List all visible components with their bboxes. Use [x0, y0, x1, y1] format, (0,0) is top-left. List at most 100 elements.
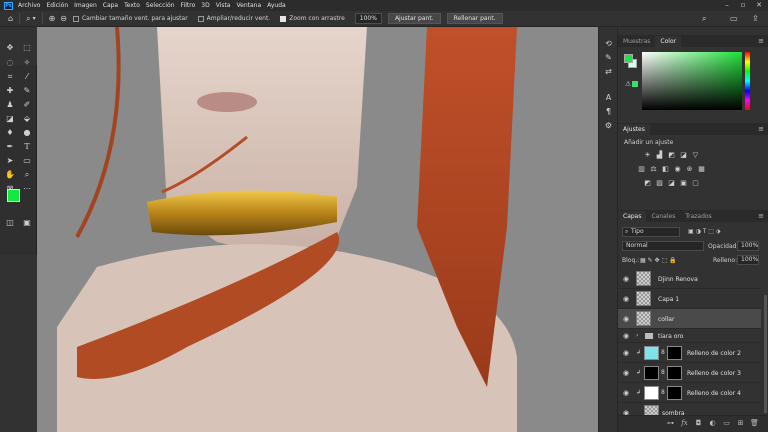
quick-mask-icon[interactable]: ◫ [3, 217, 17, 228]
history-brush-icon[interactable]: ✐ [20, 99, 34, 110]
type-tool-icon[interactable]: T [20, 141, 34, 152]
eraser-tool-icon[interactable]: ◪ [3, 113, 17, 124]
eye-icon[interactable]: ◉ [623, 369, 629, 377]
dodge-tool-icon[interactable]: ● [20, 127, 34, 138]
levels-icon[interactable]: ▟ [655, 151, 664, 160]
layers-scrollbar[interactable] [764, 295, 767, 413]
layer-row[interactable]: ◉ ↲ 8 Relleno de color 4 [618, 383, 761, 403]
character-icon[interactable]: A [603, 93, 614, 103]
properties-icon[interactable]: ⚙ [603, 121, 614, 131]
scrubby-zoom-checkbox[interactable] [280, 15, 287, 22]
menu-capa[interactable]: Capa [103, 2, 118, 9]
eye-icon[interactable]: ◉ [623, 275, 629, 283]
screen-mode-icon[interactable]: ▣ [20, 217, 34, 228]
layer-filter-select[interactable]: ⌕ Tipo [622, 227, 680, 237]
exposure-icon[interactable]: ◪ [679, 151, 688, 160]
menu-edicion[interactable]: Edición [46, 2, 68, 9]
eye-icon[interactable]: ◉ [623, 389, 629, 397]
paragraph-icon[interactable]: ¶ [603, 107, 614, 117]
vibrance-icon[interactable]: ▥ [637, 165, 646, 174]
close-icon[interactable]: ✕ [751, 0, 767, 11]
color-lookup-icon[interactable]: ▦ [697, 165, 706, 174]
stamp-tool-icon[interactable]: ♟ [3, 99, 17, 110]
blend-mode-select[interactable]: Normal [622, 241, 704, 251]
websafe-swatch[interactable] [632, 81, 638, 87]
maximize-icon[interactable]: ▫ [735, 0, 751, 11]
panel-menu-icon[interactable]: ≡ [758, 125, 764, 133]
history-icon[interactable]: ⟲ [603, 39, 614, 49]
chevron-down-icon[interactable]: ▾ [33, 15, 36, 22]
trash-icon[interactable]: 🗑 [750, 419, 759, 428]
crop-tool-icon[interactable]: ⌗ [3, 71, 17, 82]
menu-archivo[interactable]: Archivo [18, 2, 40, 9]
menu-ayuda[interactable]: Ayuda [267, 2, 286, 9]
fit-screen-button[interactable]: Ajustar pant. [387, 13, 441, 24]
zoom-tool-icon[interactable]: ⌕ [26, 14, 30, 24]
black-white-icon[interactable]: ◧ [661, 165, 670, 174]
hand-tool-icon[interactable]: ✋ [3, 169, 17, 180]
share-icon[interactable]: ⇪ [752, 14, 759, 23]
tab-trazados[interactable]: Trazados [680, 211, 716, 222]
menu-vista[interactable]: Vista [216, 2, 231, 9]
layer-row[interactable]: ◉ Capa 1 [618, 289, 761, 309]
layer-row[interactable]: ◉ ↲ 8 Relleno de color 3 [618, 363, 761, 383]
search-icon[interactable]: ⌕ [702, 14, 706, 24]
photo-filter-icon[interactable]: ◉ [673, 165, 682, 174]
new-layer-icon[interactable]: ⊞ [736, 419, 745, 428]
chevron-right-icon[interactable]: › [636, 332, 638, 339]
zoom-icon[interactable]: ⌕ [20, 169, 34, 180]
foreground-color-swatch[interactable] [7, 189, 20, 202]
menu-seleccion[interactable]: Selección [146, 2, 175, 9]
fill-field[interactable]: 100% [737, 255, 759, 265]
gradient-fill-icon[interactable]: ▢ [691, 179, 700, 188]
rectangle-tool-icon[interactable]: ▭ [20, 155, 34, 166]
panel-menu-icon[interactable]: ≡ [758, 212, 764, 220]
workspace-icon[interactable]: ▭ [730, 14, 738, 23]
zoom-in-icon[interactable]: ⊕ [49, 14, 56, 23]
zoom-out-icon[interactable]: ⊖ [60, 14, 67, 23]
menu-ventana[interactable]: Ventana [236, 2, 261, 9]
fill-screen-button[interactable]: Rellenar pant. [446, 13, 503, 24]
filter-type-icons[interactable]: ▣ ◑ T ⬚ ⬗ [688, 228, 720, 235]
color-field[interactable] [642, 52, 742, 110]
document-canvas[interactable] [37, 27, 598, 432]
tab-canales[interactable]: Canales [646, 211, 680, 222]
brightness-icon[interactable]: ☀ [643, 151, 652, 160]
layer-row[interactable]: ◉ Djinn Renova [618, 269, 761, 289]
minimize-icon[interactable]: – [719, 0, 735, 11]
eye-icon[interactable]: ◉ [623, 349, 629, 357]
tab-ajustes[interactable]: Ajustes [618, 124, 650, 135]
channel-mixer-icon[interactable]: ⊛ [685, 165, 694, 174]
lock-icons[interactable]: ▦ ✎ ✥ ⬚ 🔒 [640, 257, 677, 264]
tab-capas[interactable]: Capas [618, 211, 647, 222]
healing-brush-icon[interactable]: ✚ [3, 85, 17, 96]
menu-3d[interactable]: 3D [201, 2, 209, 9]
fx-icon[interactable]: fx [680, 419, 689, 428]
zoom-percent-field[interactable]: 100% [354, 13, 382, 24]
menu-texto[interactable]: Texto [124, 2, 140, 9]
resize-windows-checkbox[interactable] [72, 15, 79, 22]
color-balance-icon[interactable]: ⚖ [649, 165, 658, 174]
bucket-tool-icon[interactable]: ⬙ [20, 113, 34, 124]
new-adjustment-icon[interactable]: ◐ [708, 419, 717, 428]
brush-tool-icon[interactable]: ✎ [20, 85, 34, 96]
add-mask-icon[interactable]: ◘ [694, 419, 703, 428]
foreground-swatch[interactable] [624, 54, 633, 63]
move-tool-icon[interactable]: ✥ [3, 42, 17, 53]
opacity-field[interactable]: 100% [737, 241, 759, 251]
layer-group-row[interactable]: ◉ › tiara oro [618, 329, 761, 343]
pen-tool-icon[interactable]: ✒ [3, 141, 17, 152]
panel-menu-icon[interactable]: ≡ [758, 37, 764, 45]
new-group-icon[interactable]: ▭ [722, 419, 731, 428]
eyedropper-icon[interactable]: ⁄ [20, 71, 34, 82]
layer-row-selected[interactable]: ◉ collar [618, 309, 761, 329]
threshold-icon[interactable]: ◪ [667, 179, 676, 188]
zoom-all-checkbox[interactable] [197, 15, 204, 22]
layer-row[interactable]: ◉ ↲ 8 Relleno de color 2 [618, 343, 761, 363]
invert-icon[interactable]: ◩ [643, 179, 652, 188]
eye-icon[interactable]: ◉ [623, 295, 629, 303]
curves-icon[interactable]: ◩ [667, 151, 676, 160]
layer-row[interactable]: ◉ sombra [618, 403, 761, 415]
brush-settings-icon[interactable]: ✎ [603, 53, 614, 63]
blur-tool-icon[interactable]: ♦ [3, 127, 17, 138]
